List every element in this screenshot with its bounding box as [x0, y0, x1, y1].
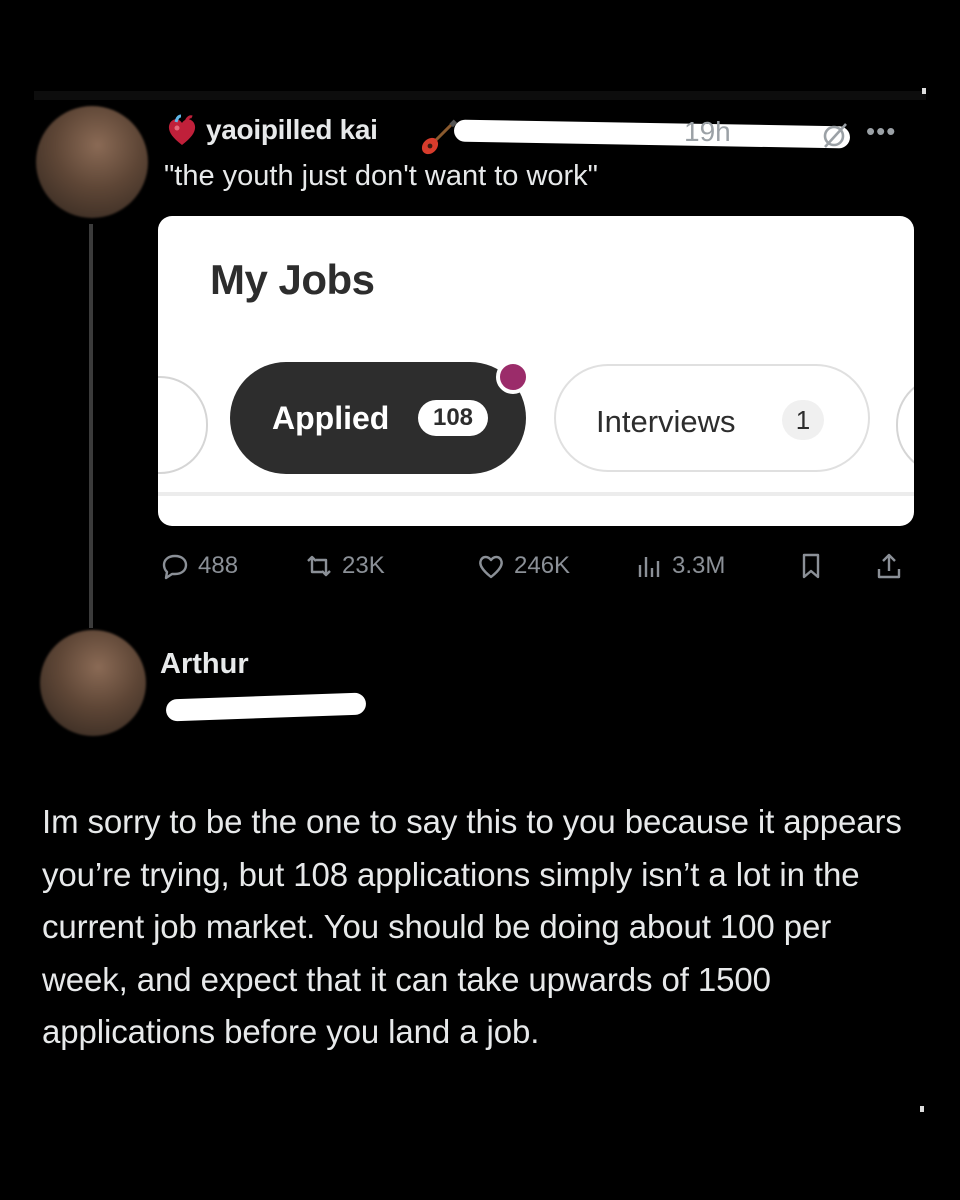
reply-display-name[interactable]: Arthur: [160, 648, 249, 681]
action-bar: 488 23K 246K 3.3M: [160, 546, 920, 586]
more-icon[interactable]: •••: [866, 116, 896, 147]
guitar-icon: [418, 118, 458, 158]
repost-count: 23K: [342, 552, 385, 579]
thread-line: [89, 224, 93, 628]
view-count: 3.3M: [672, 552, 726, 579]
bookmark-button[interactable]: [796, 546, 834, 586]
count-badge: 108: [418, 400, 488, 436]
reply-text: Im sorry to be the one to say this to yo…: [42, 803, 902, 1050]
tab-next-edge: [896, 376, 914, 474]
top-divider: [34, 91, 926, 100]
grok-icon[interactable]: [820, 120, 850, 150]
heart-icon: [164, 113, 200, 149]
attached-image-card[interactable]: My Jobs Applied 108 Interviews 1: [158, 216, 914, 526]
tab-interviews: Interviews 1: [554, 364, 870, 472]
display-name[interactable]: yaoipilled kai: [206, 114, 378, 146]
notification-dot: [496, 360, 530, 394]
timestamp[interactable]: 19h: [684, 116, 731, 148]
handle-redaction: [165, 692, 367, 722]
share-icon: [877, 553, 901, 579]
card-title: My Jobs: [210, 256, 375, 303]
tab-label: Interviews: [596, 404, 736, 439]
views-button[interactable]: 3.3M: [634, 546, 725, 586]
tab-label: Applied: [272, 400, 390, 436]
tweet-text: "the youth just don't want to work": [164, 160, 598, 192]
count-badge: 1: [782, 400, 824, 440]
repost-button[interactable]: 23K: [304, 546, 385, 586]
like-count: 246K: [514, 552, 571, 579]
views-icon: [638, 557, 660, 577]
avatar[interactable]: [36, 106, 148, 218]
like-icon: [479, 555, 503, 579]
share-button[interactable]: [874, 546, 912, 586]
reply-icon: [162, 554, 188, 580]
reply-count: 488: [198, 552, 239, 579]
reply-avatar[interactable]: [40, 630, 146, 736]
handle-redaction: [453, 119, 851, 149]
reply-button[interactable]: 488: [160, 546, 238, 586]
corner-mark: [922, 88, 926, 94]
corner-mark: [920, 1106, 924, 1112]
tweet-header: yaoipilled kai 19h •••: [164, 110, 924, 156]
like-button[interactable]: 246K: [476, 546, 570, 586]
card-divider: [158, 492, 914, 496]
tab-previous-edge: [158, 376, 208, 474]
repost-icon: [307, 555, 331, 577]
tab-applied: Applied 108: [230, 362, 526, 474]
bookmark-icon: [802, 553, 820, 579]
